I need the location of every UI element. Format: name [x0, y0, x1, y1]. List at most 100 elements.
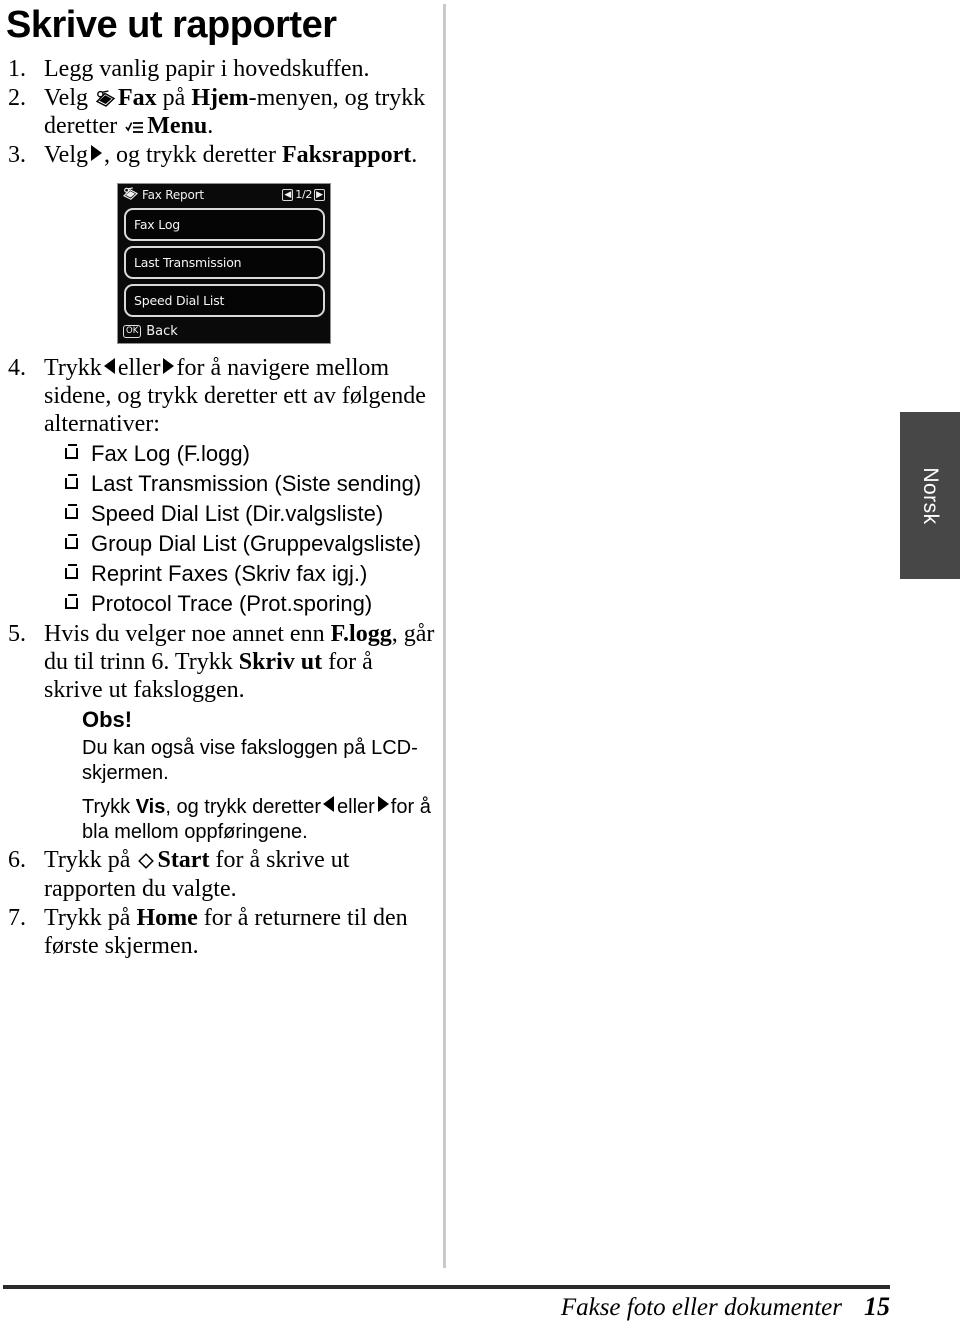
option-label: Reprint Faxes (Skriv fax igj.): [91, 561, 368, 587]
fax-icon: [95, 88, 116, 112]
step-text-segment: Trykk på: [44, 847, 131, 874]
step-number: 7.: [8, 904, 26, 931]
column-divider: [443, 4, 446, 1268]
lcd-footer-label: Back: [146, 323, 178, 339]
step-text: Velg , og trykk deretter Faksrapport.: [44, 142, 417, 168]
lcd-pager[interactable]: ◀ 1/2 ▶: [282, 188, 325, 201]
step-text-segment: Velg: [44, 142, 88, 169]
option-item: Fax Log (F.logg): [64, 439, 436, 469]
language-side-tab-label: Norsk: [919, 466, 942, 525]
lcd-pager-value: 1/2: [295, 188, 313, 202]
option-item: Reprint Faxes (Skriv fax igj.): [64, 559, 436, 589]
lcd-menu-item-speed-dial-list[interactable]: Speed Dial List: [124, 284, 325, 318]
note-title: Obs!: [82, 707, 133, 733]
box-bullet-icon: [65, 534, 78, 550]
step-text: Trykk eller for å navigere mellom sidene, …: [44, 355, 426, 437]
step-number: 3.: [8, 142, 26, 169]
step-text: Legg vanlig papir i hovedskuffen.: [44, 55, 370, 82]
step-text-bold: Hjem: [191, 84, 249, 111]
start-diamond-icon: [138, 850, 155, 874]
step-text-segment: eller: [117, 355, 161, 382]
option-item: Last Transmission (Siste sending): [64, 469, 436, 499]
option-item: Group Dial List (Gruppevalgsliste): [64, 529, 436, 559]
box-bullet-icon: [65, 564, 78, 580]
lcd-screen: Fax Report ◀ 1/2 ▶ Fax Log Last Transmis…: [117, 183, 331, 345]
box-bullet-icon: [65, 593, 78, 609]
page-title: Skrive ut rapporter: [6, 4, 337, 46]
step-item-3: 3. Velg , og trykk deretter Faksrapport.: [6, 141, 436, 169]
step-text-bold: Start: [157, 847, 210, 874]
language-side-tab: Norsk: [900, 412, 960, 579]
lcd-footer: OK Back: [118, 321, 330, 341]
steps-list-continued: 4. Trykk eller for å navigere mellom siden…: [6, 354, 436, 960]
step-item-6: 6. Trykk på Start for å skrive ut rappor…: [6, 846, 436, 902]
step-text: Trykk på Start for å skrive ut rapporten…: [44, 847, 349, 901]
step-item-5: 5. Hvis du velger noe annet enn F.logg, …: [6, 620, 436, 846]
step-text-bold: Fax: [118, 84, 157, 111]
step-text-segment: Trykk på: [44, 904, 131, 931]
option-item: Speed Dial List (Dir.valgsliste): [64, 499, 436, 529]
step-text-segment: Hvis du velger noe annet enn: [44, 620, 325, 647]
note-text-segment: , og trykk deretter: [165, 796, 321, 819]
footer: Fakse foto eller dokumenter 15: [0, 1292, 890, 1322]
lcd-title: Fax Report: [142, 187, 204, 202]
option-label: Group Dial List (Gruppevalgsliste): [91, 531, 422, 557]
arrow-left-icon: [103, 358, 115, 375]
note-text-segment: Trykk: [82, 796, 131, 819]
step-text: Hvis du velger noe annet enn F.logg, går…: [44, 621, 434, 703]
ok-key-icon[interactable]: OK: [123, 324, 142, 338]
step-item-4: 4. Trykk eller for å navigere mellom siden…: [6, 354, 436, 619]
option-label: Fax Log (F.logg): [91, 441, 250, 467]
step-number: 5.: [8, 620, 26, 647]
step-number: 6.: [8, 847, 26, 874]
arrow-right-icon: [91, 145, 102, 162]
step-text-segment: på: [162, 84, 186, 111]
lcd-menu-item-fax-log[interactable]: Fax Log: [124, 208, 325, 242]
step-item-1: 1. Legg vanlig papir i hovedskuffen.: [6, 55, 436, 83]
step-text-segment: deretter: [44, 113, 118, 140]
step-text-segment: .: [207, 113, 214, 140]
options-list: Fax Log (F.logg) Last Transmission (Sist…: [44, 439, 436, 618]
lcd-header: Fax Report ◀ 1/2 ▶: [118, 184, 330, 205]
note-line-1: Du kan også vise faksloggen på LCD-skjer…: [82, 736, 418, 784]
step-text: Trykk på Home for å returnere til den fø…: [44, 905, 408, 959]
document-page: Norsk Skrive ut rapporter 1. Legg vanlig…: [0, 0, 960, 1323]
option-label: Protocol Trace (Prot.sporing): [91, 590, 373, 616]
page-number: 15: [864, 1292, 890, 1321]
note-text-segment: eller: [337, 796, 375, 819]
lcd-menu-item-last-transmission[interactable]: Last Transmission: [124, 246, 325, 280]
box-bullet-icon: [65, 444, 78, 460]
lcd-pager-prev-icon[interactable]: ◀: [282, 188, 294, 201]
step-text-bold: Home: [136, 904, 198, 931]
step-text-bold: F.logg: [330, 620, 392, 647]
menu-icon: [125, 116, 144, 140]
footer-section-title: Fakse foto eller dokumenter: [560, 1294, 842, 1321]
option-label: Last Transmission (Siste sending): [91, 471, 422, 497]
step-text-bold: Skriv ut: [238, 648, 323, 675]
box-bullet-icon: [65, 504, 78, 520]
arrow-right-icon: [163, 358, 175, 375]
footer-rule: [3, 1285, 890, 1289]
lcd-pager-next-icon[interactable]: ▶: [314, 188, 325, 201]
step-text-segment: Velg: [44, 84, 88, 111]
step-text-bold: Faksrapport: [281, 142, 412, 169]
step-item-2: 2. Velg Fax på Hjem-menyen, og trykk der…: [6, 84, 436, 140]
arrow-right-icon: [377, 796, 389, 813]
arrow-left-icon: [323, 796, 334, 813]
content-column: Skrive ut rapporter 1. Legg vanlig papir…: [6, 0, 436, 961]
step-number: 2.: [8, 84, 26, 111]
step-number: 4.: [8, 355, 26, 382]
step-text-segment: .: [411, 142, 418, 169]
step-text-segment: -menyen, og trykk: [248, 84, 426, 111]
fax-icon: [123, 187, 138, 202]
lcd-screenshot: Fax Report ◀ 1/2 ▶ Fax Log Last Transmis…: [117, 183, 334, 348]
step-item-7: 7. Trykk på Home for å returnere til den…: [6, 904, 436, 960]
option-item: Protocol Trace (Prot.sporing): [64, 589, 436, 619]
note-block: Obs! Du kan også vise faksloggen på LCD-…: [44, 706, 436, 845]
step-text: Velg Fax på Hjem-menyen, og trykk derett…: [44, 85, 425, 139]
option-label: Speed Dial List (Dir.valgsliste): [91, 501, 384, 527]
step-text-segment: Trykk: [44, 355, 102, 382]
steps-list: 1. Legg vanlig papir i hovedskuffen. 2. …: [6, 55, 436, 169]
box-bullet-icon: [65, 474, 78, 490]
note-text-bold: Vis: [135, 796, 166, 819]
